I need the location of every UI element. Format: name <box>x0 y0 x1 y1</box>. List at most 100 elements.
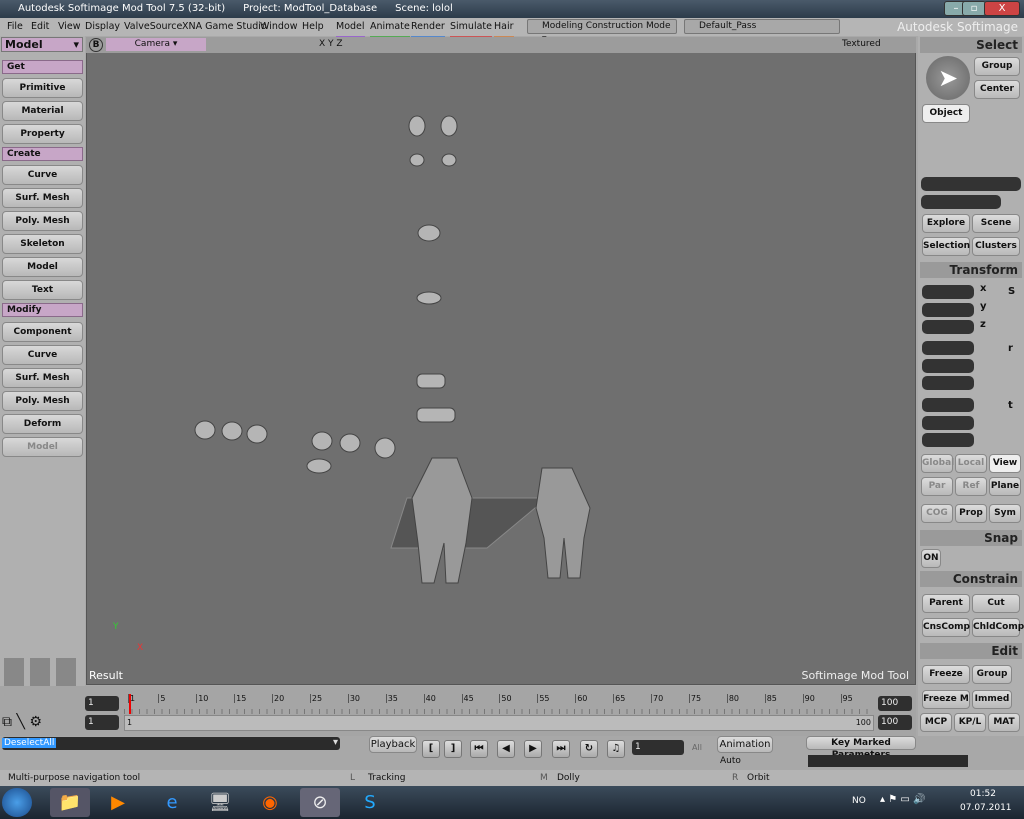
sym-button[interactable]: Sym <box>989 504 1021 523</box>
menu-view[interactable]: View <box>58 18 81 36</box>
modify-model-button[interactable]: Model <box>2 437 83 457</box>
key-field[interactable] <box>808 755 968 767</box>
scale-y-label[interactable]: y <box>980 301 987 312</box>
viewport[interactable]: Y X Result Softimage Mod Tool <box>86 37 916 685</box>
menu-window[interactable]: Window <box>260 18 297 36</box>
edit-header[interactable]: Edit <box>920 643 1022 659</box>
maximize-button[interactable]: ▫ <box>962 1 986 16</box>
playback-button[interactable]: Playback <box>369 736 417 753</box>
prev-key-icon[interactable]: [ <box>422 740 440 758</box>
menu-help[interactable]: Help <box>302 18 324 36</box>
translate-x-field[interactable] <box>922 398 974 412</box>
prop-button[interactable]: Prop <box>955 504 987 523</box>
translate-y-field[interactable] <box>922 416 974 430</box>
scale-z-label[interactable]: z <box>980 319 986 330</box>
tab-kpl[interactable]: KP/L <box>954 713 986 732</box>
ref-button[interactable]: Ref <box>955 477 987 496</box>
axes-toggle[interactable]: X Y Z <box>319 39 343 49</box>
tool-icons[interactable]: ⧉ ╲ ⚙ <box>2 714 62 732</box>
all-button[interactable]: All <box>692 743 702 752</box>
rotate-button[interactable]: r <box>1008 343 1013 354</box>
timeline-end-field[interactable]: 100 <box>878 696 912 711</box>
modify-poly-mesh-button[interactable]: Poly. Mesh <box>2 391 83 411</box>
media-player-icon[interactable]: ▶ <box>98 788 138 817</box>
auto-key-button[interactable]: Auto <box>720 756 741 766</box>
modify-curve-button[interactable]: Curve <box>2 345 83 365</box>
next-key-icon[interactable]: ] <box>444 740 462 758</box>
select-header[interactable]: Select <box>920 37 1022 53</box>
constrain-header[interactable]: Constrain <box>920 571 1022 587</box>
skype-icon[interactable]: S <box>350 788 390 817</box>
timeline-ruler[interactable]: 1 5 10 15 20 25 30 35 40 45 50 55 60 65 70 75 80 85 90 95 <box>124 694 874 714</box>
create-poly-mesh-button[interactable]: Poly. Mesh <box>2 211 83 231</box>
selection-button[interactable]: Selection <box>922 237 970 256</box>
snap-header[interactable]: Snap <box>920 530 1022 546</box>
snap-on-button[interactable]: ON <box>921 549 941 568</box>
cnscomp-button[interactable]: CnsComp <box>922 618 970 637</box>
start-button[interactable] <box>2 788 32 817</box>
property-button[interactable]: Property <box>2 124 83 144</box>
clock-time[interactable]: 01:52 <box>970 789 996 799</box>
immed-button[interactable]: Immed <box>972 690 1012 709</box>
scale-x-field[interactable] <box>922 285 974 299</box>
section-get[interactable]: Get <box>2 60 83 74</box>
rotate-x-field[interactable] <box>922 341 974 355</box>
center-button[interactable]: Center <box>974 80 1020 99</box>
modify-surf-mesh-button[interactable]: Surf. Mesh <box>2 368 83 388</box>
menu-xna[interactable]: XNA Game Studio <box>182 18 267 36</box>
construction-mode-dropdown[interactable]: Modeling Construction Mode ▾ <box>527 19 677 44</box>
first-frame-icon[interactable]: ⏮ <box>470 740 488 758</box>
internet-explorer-icon[interactable]: e <box>152 788 192 817</box>
menu-valvesource[interactable]: ValveSource <box>124 18 182 36</box>
menu-display[interactable]: Display <box>85 18 120 36</box>
animation-button[interactable]: Animation <box>717 736 773 753</box>
clusters-button[interactable]: Clusters <box>972 237 1020 256</box>
last-frame-icon[interactable]: ⏭ <box>552 740 570 758</box>
menu-hair[interactable]: Hair <box>494 18 514 38</box>
translate-button[interactable]: t <box>1008 400 1013 411</box>
scale-x-label[interactable]: x <box>980 283 986 294</box>
explore-button[interactable]: Explore <box>922 214 970 233</box>
transform-header[interactable]: Transform <box>920 262 1022 278</box>
language-indicator[interactable]: NO <box>852 796 866 806</box>
object-button[interactable]: Object <box>922 104 970 123</box>
menu-model[interactable]: Model <box>336 18 365 38</box>
local-button[interactable]: Local <box>955 454 987 473</box>
menu-file[interactable]: File <box>7 18 23 36</box>
translate-z-field[interactable] <box>922 433 974 447</box>
rotate-z-field[interactable] <box>922 376 974 390</box>
menu-edit[interactable]: Edit <box>31 18 49 36</box>
global-button[interactable]: Global <box>921 454 954 473</box>
create-surf-mesh-button[interactable]: Surf. Mesh <box>2 188 83 208</box>
clock-date[interactable]: 07.07.2011 <box>960 803 1012 813</box>
timeline-start-field[interactable]: 1 <box>85 696 119 711</box>
module-dropdown[interactable]: Model ▾ <box>1 37 83 52</box>
section-modify[interactable]: Modify <box>2 303 83 317</box>
loop-icon[interactable]: ↻ <box>580 740 598 758</box>
explorer-icon[interactable]: 📁 <box>50 788 90 817</box>
current-frame-field[interactable]: 1 <box>632 740 684 755</box>
scale-button[interactable]: S <box>1008 286 1015 297</box>
tab-mcp[interactable]: MCP <box>920 713 952 732</box>
par-button[interactable]: Par <box>921 477 953 496</box>
select-arrow-icon[interactable]: ➤ <box>926 56 970 100</box>
scene-button[interactable]: Scene <box>972 214 1020 233</box>
skeleton-button[interactable]: Skeleton <box>2 234 83 254</box>
cog-button[interactable]: COG <box>921 504 953 523</box>
material-button[interactable]: Material <box>2 101 83 121</box>
primitive-button[interactable]: Primitive <box>2 78 83 98</box>
create-curve-button[interactable]: Curve <box>2 165 83 185</box>
component-button[interactable]: Component <box>2 322 83 342</box>
pass-dropdown[interactable]: Default_Pass <box>684 19 840 34</box>
audio-icon[interactable]: ♫ <box>607 740 625 758</box>
range-slider[interactable]: 1 100 <box>124 715 874 731</box>
key-marked-parameters-button[interactable]: Key Marked Parameters <box>806 736 916 760</box>
parent-button[interactable]: Parent <box>922 594 970 613</box>
display-mode-dropdown[interactable]: Textured <box>842 39 881 49</box>
softimage-icon[interactable]: ⊘ <box>300 788 340 817</box>
chldcomp-button[interactable]: ChldComp <box>972 618 1024 637</box>
select-field-2[interactable] <box>921 195 1001 209</box>
group-button[interactable]: Group <box>974 57 1020 76</box>
create-model-button[interactable]: Model <box>2 257 83 277</box>
scale-z-field[interactable] <box>922 320 974 334</box>
